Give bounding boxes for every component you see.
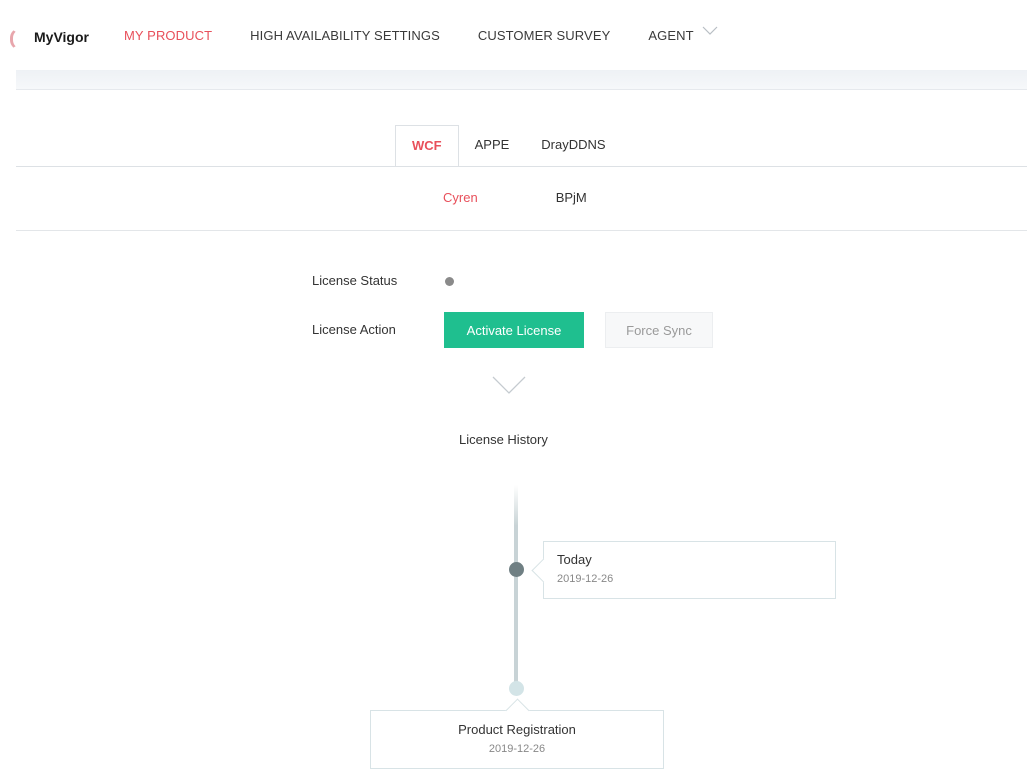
brand-logo-icon bbox=[8, 26, 22, 50]
history-card-today: Today 2019-12-26 bbox=[543, 541, 836, 599]
history-title: Today bbox=[557, 552, 592, 567]
tab-appe[interactable]: APPE bbox=[459, 125, 526, 167]
license-action-label: License Action bbox=[312, 322, 396, 337]
sub-tabs: Cyren BPjM bbox=[443, 190, 665, 205]
subtab-cyren[interactable]: Cyren bbox=[443, 190, 478, 205]
timeline-dot-today bbox=[509, 562, 524, 577]
nav-item-my-product[interactable]: MY PRODUCT bbox=[124, 28, 212, 43]
timeline-dot-registration bbox=[509, 681, 524, 696]
brand-name: MyVigor bbox=[34, 29, 89, 45]
license-status-indicator bbox=[445, 277, 454, 286]
chevron-down-icon[interactable] bbox=[492, 376, 526, 401]
nav-menu: MY PRODUCT HIGH AVAILABILITY SETTINGS CU… bbox=[124, 26, 718, 43]
top-navigation: MyVigor MY PRODUCT HIGH AVAILABILITY SET… bbox=[0, 0, 1027, 70]
activate-license-button[interactable]: Activate License bbox=[444, 312, 584, 348]
nav-divider bbox=[16, 70, 1027, 90]
nav-item-high-availability-settings[interactable]: HIGH AVAILABILITY SETTINGS bbox=[250, 28, 440, 43]
tab-wcf[interactable]: WCF bbox=[395, 125, 459, 167]
chevron-down-icon[interactable] bbox=[702, 26, 718, 40]
subtabs-divider bbox=[16, 230, 1027, 231]
history-title: Product Registration bbox=[458, 722, 576, 737]
brand[interactable]: MyVigor bbox=[8, 26, 89, 50]
history-date: 2019-12-26 bbox=[557, 573, 614, 585]
license-status-label: License Status bbox=[312, 273, 398, 288]
timeline-line bbox=[514, 485, 518, 690]
force-sync-button[interactable]: Force Sync bbox=[605, 312, 713, 348]
license-history-title: License History bbox=[459, 432, 548, 447]
nav-item-customer-survey[interactable]: CUSTOMER SURVEY bbox=[478, 28, 611, 43]
history-card-product-registration: Product Registration 2019-12-26 bbox=[370, 710, 664, 769]
history-date: 2019-12-26 bbox=[488, 743, 546, 755]
product-tabs: WCF APPE DrayDDNS bbox=[395, 125, 622, 167]
subtab-bpjm[interactable]: BPjM bbox=[556, 190, 587, 205]
nav-item-agent[interactable]: AGENT bbox=[648, 28, 693, 43]
tabs-divider bbox=[16, 166, 1027, 167]
tab-drayddns[interactable]: DrayDDNS bbox=[525, 125, 621, 167]
